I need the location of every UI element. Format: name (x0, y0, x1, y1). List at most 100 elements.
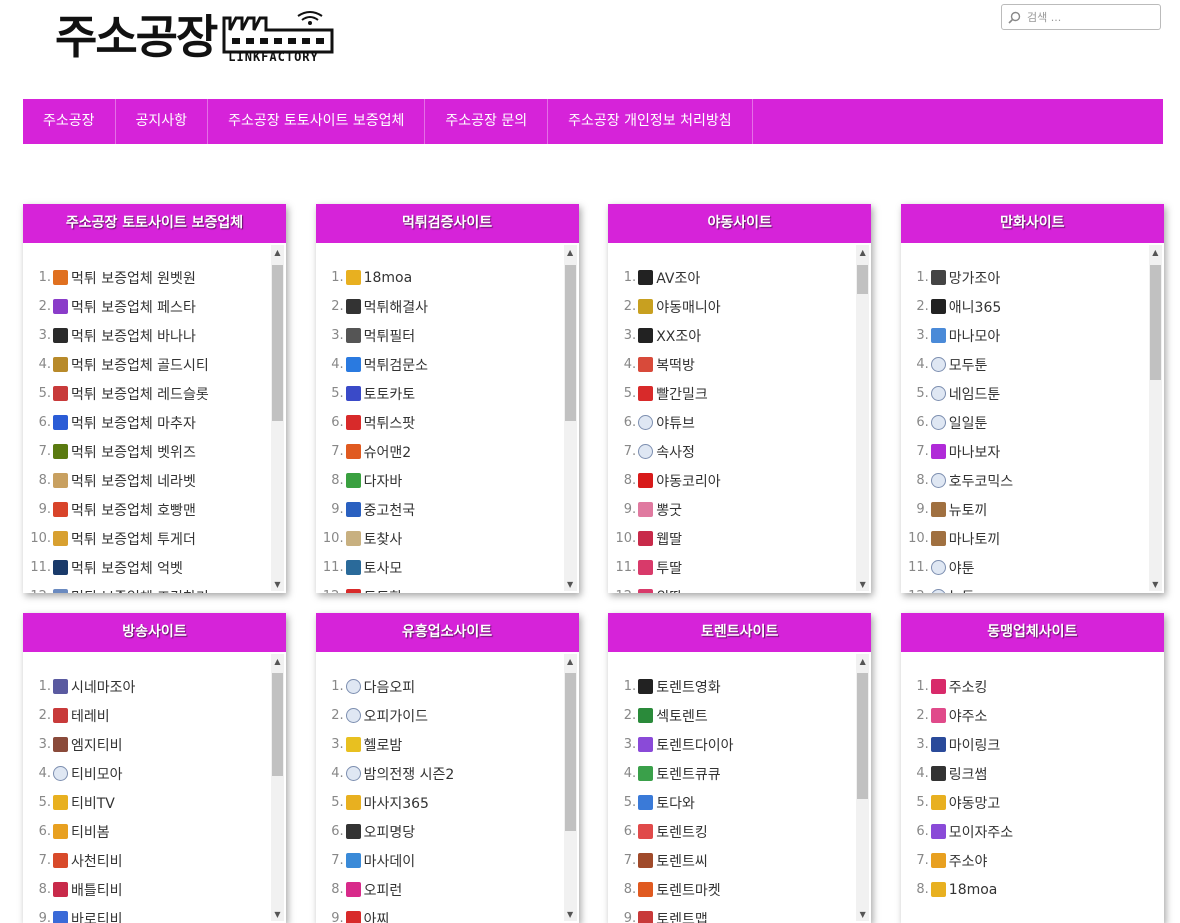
list-item[interactable]: 5.네임드툰 (901, 379, 1148, 408)
list-item[interactable]: 4.티비모아 (23, 759, 270, 788)
list-item[interactable]: 3.헬로밤 (316, 730, 563, 759)
list-item[interactable]: 4.밤의전쟁 시즌2 (316, 759, 563, 788)
list-item[interactable]: 6.티비봄 (23, 817, 270, 846)
list-scrollbar[interactable]: ▲▼ (271, 654, 284, 921)
list-item[interactable]: 9.뽕굿 (608, 495, 855, 524)
list-item[interactable]: 8.배틀티비 (23, 875, 270, 904)
list-item[interactable]: 11.토사모 (316, 553, 563, 582)
list-scrollbar[interactable]: ▲▼ (564, 654, 577, 921)
list-item[interactable]: 10.토찾사 (316, 524, 563, 553)
list-item[interactable]: 2.먹튀 보증업체 페스타 (23, 292, 270, 321)
list-scrollbar[interactable]: ▲▼ (1149, 245, 1162, 591)
scroll-thumb[interactable] (272, 673, 283, 776)
list-item[interactable]: 5.야동망고 (901, 788, 1148, 817)
site-logo[interactable]: 주소공장 LINKFACTORY (55, 6, 385, 68)
scroll-thumb[interactable] (1150, 265, 1161, 379)
list-item[interactable]: 8.18moa (901, 875, 1148, 904)
list-item[interactable]: 7.마사데이 (316, 846, 563, 875)
list-item[interactable]: 9.토렌트맵 (608, 904, 855, 923)
list-item[interactable]: 5.토다와 (608, 788, 855, 817)
list-item[interactable]: 3.먹튀 보증업체 바나나 (23, 321, 270, 350)
list-item[interactable]: 9.뉴토끼 (901, 495, 1148, 524)
list-item[interactable]: 3.엠지티비 (23, 730, 270, 759)
list-scrollbar[interactable]: ▲▼ (564, 245, 577, 591)
list-item[interactable]: 1.토렌트영화 (608, 672, 855, 701)
list-item[interactable]: 4.모두툰 (901, 350, 1148, 379)
scroll-thumb[interactable] (565, 673, 576, 831)
list-item[interactable]: 5.티비TV (23, 788, 270, 817)
nav-item-home[interactable]: 주소공장 (23, 99, 116, 144)
nav-item-privacy[interactable]: 주소공장 개인정보 처리방침 (548, 99, 752, 144)
search-input[interactable] (1025, 10, 1149, 25)
list-item[interactable]: 5.토토카토 (316, 379, 563, 408)
list-item[interactable]: 8.토렌트마켓 (608, 875, 855, 904)
scroll-thumb[interactable] (565, 265, 576, 421)
list-item[interactable]: 2.야주소 (901, 701, 1148, 730)
list-item[interactable]: 6.야튜브 (608, 408, 855, 437)
list-item[interactable]: 7.슈어맨2 (316, 437, 563, 466)
scroll-down-arrow-icon[interactable]: ▼ (564, 907, 577, 921)
list-item[interactable]: 3.토렌트다이아 (608, 730, 855, 759)
list-item[interactable]: 8.먹튀 보증업체 네라벳 (23, 466, 270, 495)
scroll-up-arrow-icon[interactable]: ▲ (564, 654, 577, 668)
scroll-thumb[interactable] (857, 673, 868, 800)
list-item[interactable]: 2.섹토렌트 (608, 701, 855, 730)
scroll-down-arrow-icon[interactable]: ▼ (271, 577, 284, 591)
scroll-down-arrow-icon[interactable]: ▼ (1149, 577, 1162, 591)
list-item[interactable]: 3.마나모아 (901, 321, 1148, 350)
list-item[interactable]: 3.XX조아 (608, 321, 855, 350)
list-item[interactable]: 7.마나보자 (901, 437, 1148, 466)
scroll-down-arrow-icon[interactable]: ▼ (856, 577, 869, 591)
list-item[interactable]: 7.주소야 (901, 846, 1148, 875)
list-item[interactable]: 10.웹딸 (608, 524, 855, 553)
nav-item-contact[interactable]: 주소공장 문의 (425, 99, 548, 144)
list-item[interactable]: 4.링크썸 (901, 759, 1148, 788)
list-item[interactable]: 10.마나토끼 (901, 524, 1148, 553)
scroll-up-arrow-icon[interactable]: ▲ (1149, 245, 1162, 259)
list-item[interactable]: 4.먹튀검문소 (316, 350, 563, 379)
scroll-down-arrow-icon[interactable]: ▼ (856, 907, 869, 921)
list-item[interactable]: 1.먹튀 보증업체 원벳원 (23, 263, 270, 292)
nav-item-notice[interactable]: 공지사항 (116, 99, 209, 144)
scroll-down-arrow-icon[interactable]: ▼ (564, 577, 577, 591)
list-item[interactable]: 6.일일툰 (901, 408, 1148, 437)
list-item[interactable]: 1.망가조아 (901, 263, 1148, 292)
list-item[interactable]: 6.먹튀스팟 (316, 408, 563, 437)
list-item[interactable]: 12.늑툰 (901, 582, 1148, 593)
list-item[interactable]: 9.중고천국 (316, 495, 563, 524)
scroll-thumb[interactable] (272, 265, 283, 421)
list-item[interactable]: 6.토렌트킹 (608, 817, 855, 846)
list-scrollbar[interactable]: ▲▼ (271, 245, 284, 591)
list-item[interactable]: 1.시네마조아 (23, 672, 270, 701)
list-item[interactable]: 1.AV조아 (608, 263, 855, 292)
list-item[interactable]: 7.토렌트씨 (608, 846, 855, 875)
list-item[interactable]: 1.18moa (316, 263, 563, 292)
list-item[interactable]: 2.오피가이드 (316, 701, 563, 730)
list-item[interactable]: 7.속사정 (608, 437, 855, 466)
list-item[interactable]: 6.모이자주소 (901, 817, 1148, 846)
list-item[interactable]: 12.토토핫 (316, 582, 563, 593)
scroll-up-arrow-icon[interactable]: ▲ (856, 245, 869, 259)
list-scrollbar[interactable]: ▲▼ (856, 654, 869, 921)
list-item[interactable]: 3.마이링크 (901, 730, 1148, 759)
scroll-up-arrow-icon[interactable]: ▲ (271, 654, 284, 668)
search-box[interactable] (1001, 4, 1161, 30)
list-item[interactable]: 8.오피런 (316, 875, 563, 904)
list-item[interactable]: 6.오피명당 (316, 817, 563, 846)
list-scrollbar[interactable]: ▲▼ (856, 245, 869, 591)
scroll-up-arrow-icon[interactable]: ▲ (856, 654, 869, 668)
list-item[interactable]: 2.먹튀해결사 (316, 292, 563, 321)
nav-item-guarantee[interactable]: 주소공장 토토사이트 보증업체 (208, 99, 425, 144)
list-item[interactable]: 8.다자바 (316, 466, 563, 495)
list-item[interactable]: 4.토렌트큐큐 (608, 759, 855, 788)
list-item[interactable]: 9.아찌 (316, 904, 563, 923)
list-item[interactable]: 11.투딸 (608, 553, 855, 582)
list-item[interactable]: 8.야동코리아 (608, 466, 855, 495)
list-item[interactable]: 3.먹튀필터 (316, 321, 563, 350)
list-item[interactable]: 8.호두코믹스 (901, 466, 1148, 495)
list-item[interactable]: 10.먹튀 보증업체 투게더 (23, 524, 270, 553)
scroll-up-arrow-icon[interactable]: ▲ (564, 245, 577, 259)
list-item[interactable]: 2.테레비 (23, 701, 270, 730)
list-item[interactable]: 4.먹튀 보증업체 골드시티 (23, 350, 270, 379)
scroll-up-arrow-icon[interactable]: ▲ (271, 245, 284, 259)
